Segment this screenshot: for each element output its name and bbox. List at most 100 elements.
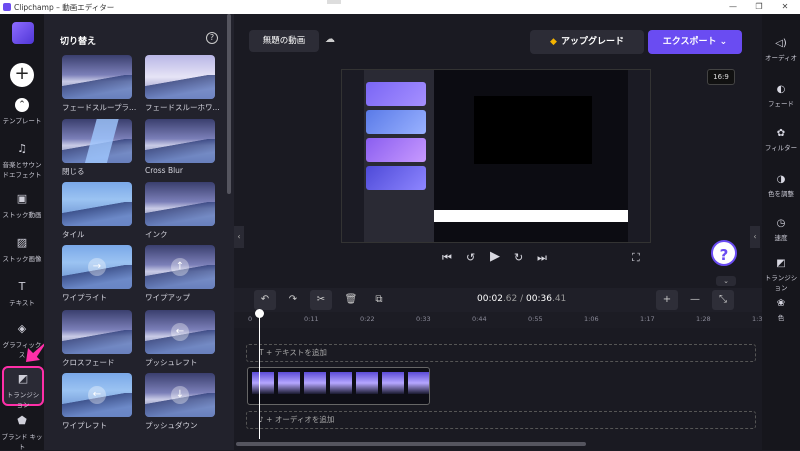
transition-tile-label: プッシュレフト (145, 358, 198, 367)
nav-item-templates[interactable]: ⌃ テンプレート (0, 98, 44, 125)
add-text-track[interactable]: T + テキストを追加 (246, 344, 756, 362)
right-nav-item[interactable]: ◩ トランジション (762, 258, 800, 292)
right-nav-item[interactable]: ◁) オーディオ (762, 38, 800, 62)
upgrade-button[interactable]: ◆ アップグレード (530, 30, 644, 54)
window-titlebar: Clipchamp – 動画エディター — ❐ ✕ (0, 0, 800, 14)
right-nav-item[interactable]: ❀ 色 (762, 298, 800, 322)
panel-scrollbar[interactable] (227, 14, 231, 194)
stock-video-icon: ▣ (16, 192, 28, 205)
diamond-icon: ◆ (550, 37, 557, 47)
right-nav-item[interactable]: ◷ 速度 (762, 218, 800, 242)
nav-item-brand-kit[interactable]: ⬟ ブランド キット (0, 414, 44, 451)
transition-tile[interactable] (145, 55, 215, 99)
collapse-right-icon[interactable]: ‹ (750, 226, 760, 248)
undo-button[interactable]: ↶ (254, 290, 276, 310)
collapse-left-icon[interactable]: ‹ (234, 226, 244, 248)
stock-image-icon: ▨ (16, 236, 28, 249)
property-icon: ◑ (776, 174, 786, 185)
preview-left-nav (342, 70, 364, 242)
nav-item-music[interactable]: ♫ 音楽とサウンドエフェクト (0, 142, 44, 179)
nav-item-transitions[interactable]: ◩ トランジション (2, 366, 44, 409)
play-button[interactable]: ▶ (490, 249, 500, 264)
nav-item-label: ブランド キット (1, 433, 43, 451)
export-button[interactable]: エクスポート ⌄ (648, 30, 742, 54)
transition-tile-label: Cross Blur (145, 166, 184, 175)
transition-tile[interactable] (62, 119, 132, 163)
aspect-ratio-button[interactable]: 16:9 (707, 69, 735, 85)
zoom-in-button[interactable]: + (656, 290, 678, 310)
transition-tile-label: クロスフェード (62, 358, 115, 367)
skip-forward-icon[interactable]: ⏭ (537, 251, 547, 265)
property-icon: ◐ (776, 84, 786, 95)
nav-item-label: テキスト (9, 299, 35, 307)
nav-item-text[interactable]: T テキスト (0, 280, 44, 307)
timecode: 00:02.62 / 00:36.41 (477, 294, 566, 304)
minimize-button[interactable]: — (726, 1, 740, 13)
transition-tile[interactable] (62, 310, 132, 354)
right-nav-item[interactable]: ◑ 色を調整 (762, 174, 800, 198)
time-separator: / (517, 294, 527, 304)
transition-tile[interactable]: ← (62, 373, 132, 417)
total-time: 00:36 (526, 294, 552, 304)
clip-frame-thumbnail (408, 372, 429, 394)
redo-button[interactable]: ↷ (282, 290, 304, 310)
transition-tile[interactable]: ↓ (145, 373, 215, 417)
transition-tile[interactable]: → (62, 245, 132, 289)
transition-tile[interactable] (145, 182, 215, 226)
direction-arrow-icon: → (88, 258, 106, 276)
transition-tile-label: タイル (62, 230, 85, 239)
help-button[interactable]: ? (711, 240, 737, 266)
skip-back-icon[interactable]: ⏮ (442, 251, 452, 265)
add-media-button[interactable]: + (10, 63, 34, 87)
timeline-scrollbar[interactable] (236, 442, 586, 446)
split-scissors-icon[interactable]: ✂ (310, 290, 332, 310)
transition-tile[interactable]: ↑ (145, 245, 215, 289)
transition-tile[interactable]: ← (145, 310, 215, 354)
playhead[interactable] (255, 309, 264, 439)
delete-icon[interactable]: 🗑 (340, 290, 362, 310)
right-nav-label: トランジション (764, 274, 798, 292)
preview-card (366, 82, 426, 106)
right-nav-item[interactable]: ✿ フィルター (762, 128, 800, 152)
nav-item-label: 音楽とサウンドエフェクト (2, 161, 42, 179)
right-nav-item[interactable]: ◐ フェード (762, 84, 800, 108)
fullscreen-icon[interactable]: ⛶ (632, 251, 640, 265)
preview-right-nav (628, 70, 650, 242)
direction-arrow-icon: ← (171, 323, 189, 341)
forward-5s-icon[interactable]: ↻ (514, 251, 523, 264)
video-preview[interactable] (341, 69, 651, 243)
maximize-button[interactable]: ❐ (752, 1, 766, 13)
preview-card (366, 138, 426, 162)
transition-tile[interactable] (62, 55, 132, 99)
right-properties-nav: ◁) オーディオ ◐ フェード ✿ フィルター ◑ 色を調整 ◷ 速度 ◩ トランジション ❀ 色 (762, 14, 800, 450)
chevron-down-icon[interactable]: ⌄ (716, 276, 736, 286)
right-nav-label: フィルター (764, 144, 798, 152)
upgrade-label: アップグレード (560, 37, 624, 47)
nav-item-label: トランジション (6, 391, 40, 409)
fit-timeline-button[interactable]: ⤡ (712, 290, 734, 310)
transition-tile-label: フェードスループラ... (62, 103, 137, 112)
close-window-button[interactable]: ✕ (778, 1, 792, 13)
transition-tile[interactable] (145, 119, 215, 163)
property-icon: ◩ (776, 258, 786, 269)
music-icon: ♫ (17, 142, 27, 155)
clip-frame-thumbnail (356, 372, 378, 394)
nav-item-stock-image[interactable]: ▨ ストック画像 (0, 236, 44, 263)
add-audio-track[interactable]: ♪ + オーディオを追加 (246, 411, 756, 429)
playhead-knob[interactable] (255, 309, 264, 318)
help-icon[interactable]: ? (206, 32, 218, 44)
right-nav-label: 色を調整 (768, 190, 794, 198)
preview-dialog (434, 210, 630, 222)
property-icon: ❀ (776, 298, 786, 309)
nav-item-stock-video[interactable]: ▣ ストック動画 (0, 192, 44, 219)
timeline-ruler[interactable]: 0 0:11 0:22 0:33 0:44 0:55 1:06 1:17 1:28 1:39 (234, 312, 767, 328)
project-name-button[interactable]: 無題の動画 (249, 30, 319, 52)
transition-tile[interactable] (62, 182, 132, 226)
rewind-5s-icon[interactable]: ↺ (466, 251, 475, 264)
ruler-tick-label: 1:17 (640, 315, 655, 323)
property-icon: ◁) (775, 38, 787, 49)
clipchamp-logo (12, 22, 34, 44)
zoom-out-button[interactable]: — (684, 290, 706, 310)
video-clip[interactable] (247, 367, 430, 405)
duplicate-icon[interactable]: ⧉ (368, 290, 390, 310)
